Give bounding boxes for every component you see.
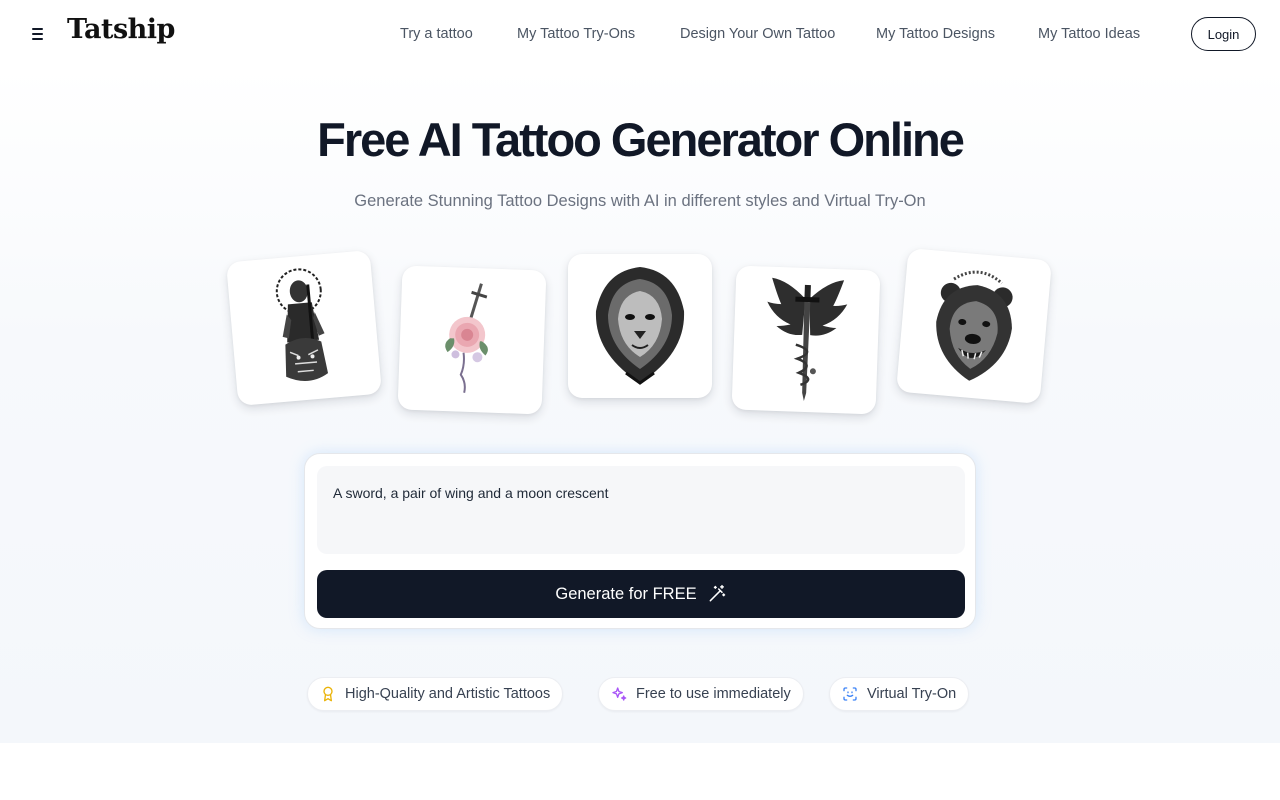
nav-my-tattoo-ideas[interactable]: My Tattoo Ideas — [1038, 24, 1140, 44]
gallery-card-winged-sword[interactable] — [731, 265, 881, 415]
nav-my-tattoo-designs[interactable]: My Tattoo Designs — [876, 24, 995, 44]
sparkles-icon — [612, 687, 627, 701]
page-subtitle: Generate Stunning Tattoo Designs with AI… — [354, 192, 926, 210]
feature-pill-tryon: Virtual Try-On — [829, 677, 970, 711]
page: Tatship Try a tattoo My Tattoo Try-Ons D… — [0, 0, 1280, 800]
magic-wand-icon — [709, 584, 725, 602]
nav-design-your-own-tattoo[interactable]: Design Your Own Tattoo — [680, 24, 835, 44]
award-icon — [323, 686, 333, 702]
feature-label: Free to use immediately — [636, 686, 791, 702]
nav-try-a-tattoo[interactable]: Try a tattoo — [400, 24, 473, 44]
feature-pill-quality: High-Quality and Artistic Tattoos — [307, 677, 564, 711]
generate-button[interactable]: Generate for FREE — [317, 570, 965, 618]
prompt-box: Generate for FREE — [304, 453, 976, 629]
scan-face-icon — [843, 687, 857, 701]
feature-label: High-Quality and Artistic Tattoos — [345, 686, 551, 702]
rose-dagger-tattoo-image — [445, 283, 488, 393]
nav-my-tattoo-try-ons[interactable]: My Tattoo Try-Ons — [517, 24, 635, 44]
prompt-input[interactable] — [317, 466, 965, 554]
feature-label: Virtual Try-On — [867, 686, 957, 702]
generate-button-label: Generate for FREE — [555, 584, 697, 603]
lion-tattoo-image — [595, 267, 685, 385]
gallery-card-lion[interactable] — [568, 254, 712, 398]
hero-section: Free AI Tattoo Generator Online Generate… — [0, 68, 1280, 743]
gallery-card-rose-dagger[interactable] — [397, 265, 547, 415]
gallery-card-bear[interactable] — [895, 247, 1053, 405]
feature-pill-free: Free to use immediately — [598, 677, 804, 711]
knight-tiger-tattoo-image — [275, 268, 329, 381]
top-header: Tatship Try a tattoo My Tattoo Try-Ons D… — [0, 0, 1280, 68]
page-title: Free AI Tattoo Generator Online — [317, 113, 965, 166]
winged-sword-tattoo-image — [767, 277, 848, 401]
main-nav: Try a tattoo My Tattoo Try-Ons Design Yo… — [0, 24, 1280, 44]
gallery-card-knight-tiger[interactable] — [225, 249, 383, 407]
bear-tattoo-image — [936, 270, 1013, 381]
login-button[interactable]: Login — [1191, 17, 1256, 51]
